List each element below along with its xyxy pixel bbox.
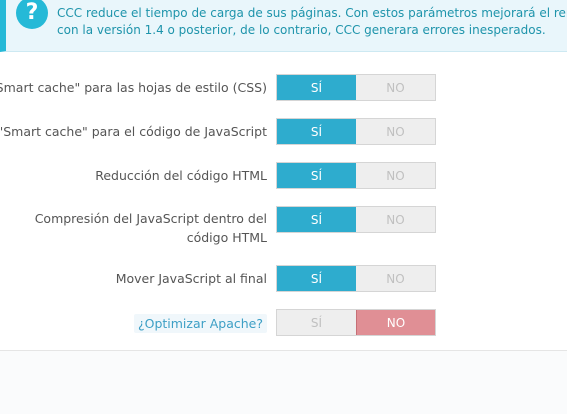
- css-cache-switch[interactable]: SÍ NO: [276, 74, 436, 101]
- setting-label-line-2: código HTML: [186, 230, 267, 245]
- switch-no-option[interactable]: NO: [356, 163, 435, 188]
- setting-label: "Smart cache" para el código de JavaScri…: [0, 124, 267, 139]
- js-footer-switch[interactable]: SÍ NO: [276, 265, 436, 292]
- question-icon: ?: [16, 0, 48, 29]
- switch-no-option[interactable]: NO: [356, 119, 435, 144]
- switch-no-option[interactable]: NO: [356, 207, 435, 232]
- switch-yes-option[interactable]: SÍ: [277, 163, 356, 188]
- setting-label: Reducción del código HTML: [95, 168, 267, 183]
- setting-label: "Smart cache" para las hojas de estilo (…: [0, 80, 267, 95]
- switch-yes-option[interactable]: SÍ: [277, 207, 356, 232]
- apache-help-label[interactable]: ¿Optimizar Apache?: [133, 314, 267, 333]
- html-minify-switch[interactable]: SÍ NO: [276, 162, 436, 189]
- info-alert: ? CCC reduce el tiempo de carga de sus p…: [0, 0, 567, 52]
- info-text: CCC reduce el tiempo de carga de sus pág…: [57, 5, 567, 39]
- info-line-1: CCC reduce el tiempo de carga de sus pág…: [57, 6, 567, 20]
- switch-no-option[interactable]: NO: [356, 310, 435, 335]
- info-line-2: con la versión 1.4 o posterior, de lo co…: [57, 23, 546, 37]
- inline-js-switch[interactable]: SÍ NO: [276, 206, 436, 233]
- switch-yes-option[interactable]: SÍ: [277, 75, 356, 100]
- switch-no-option[interactable]: NO: [356, 266, 435, 291]
- panel-footer: [0, 351, 567, 414]
- setting-label: Mover JavaScript al final: [115, 271, 267, 286]
- js-cache-switch[interactable]: SÍ NO: [276, 118, 436, 145]
- setting-label-line-1: Compresión del JavaScript dentro del: [34, 211, 267, 226]
- switch-no-option[interactable]: NO: [356, 75, 435, 100]
- apache-switch[interactable]: SÍ NO: [276, 309, 436, 336]
- switch-yes-option[interactable]: SÍ: [277, 119, 356, 144]
- switch-yes-option[interactable]: SÍ: [277, 310, 356, 335]
- setting-label: Compresión del JavaScript dentro del cód…: [0, 209, 267, 247]
- switch-yes-option[interactable]: SÍ: [277, 266, 356, 291]
- setting-label-wrap: ¿Optimizar Apache?: [0, 313, 267, 333]
